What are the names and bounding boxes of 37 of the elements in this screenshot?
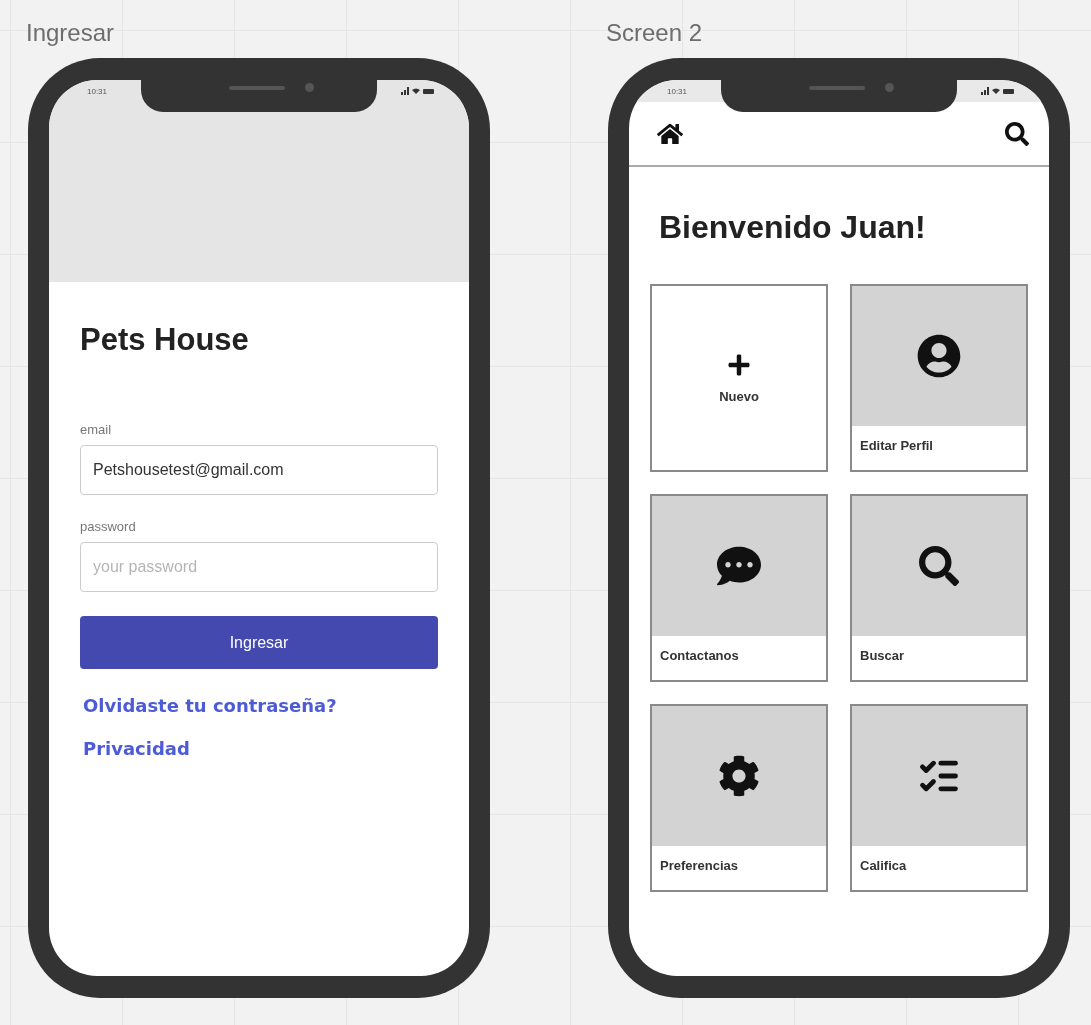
tile-label: Nuevo xyxy=(719,388,759,404)
field-label: password xyxy=(80,519,137,534)
welcome-heading: Bienvenido Juan! xyxy=(658,208,927,247)
app-title: Pets House xyxy=(80,322,250,358)
status-icons xyxy=(401,87,435,95)
status-time: 10:31 xyxy=(667,86,688,96)
menu-tile[interactable]: Califica xyxy=(850,704,1028,892)
text-link[interactable]: Olvidaste tu contraseña? xyxy=(80,695,337,716)
search-icon xyxy=(919,546,959,586)
menu-tile[interactable]: Nuevo xyxy=(650,284,828,472)
speaker-grille xyxy=(809,86,865,90)
field-label: email xyxy=(80,422,113,437)
camera-dot xyxy=(885,83,894,92)
menu-tile[interactable]: Contactanos xyxy=(650,494,828,682)
camera-dot xyxy=(305,83,314,92)
menu-tile[interactable]: Preferencias xyxy=(650,704,828,892)
speaker-grille xyxy=(229,86,285,90)
frame-title: Ingresar xyxy=(26,18,116,48)
tile-label: Preferencias xyxy=(659,857,740,873)
text-link[interactable]: Privacidad xyxy=(80,738,190,759)
login-button[interactable]: Ingresar xyxy=(80,616,438,669)
menu-tile[interactable]: Buscar xyxy=(850,494,1028,682)
input-field[interactable]: your password xyxy=(80,542,438,592)
user-icon xyxy=(917,334,961,378)
menu-tile[interactable]: Editar Perfil xyxy=(850,284,1028,472)
settings-icon xyxy=(718,755,760,797)
frame-title: Screen 2 xyxy=(606,18,704,48)
plus-icon xyxy=(727,352,751,377)
tile-label: Editar Perfil xyxy=(859,437,934,453)
search-icon[interactable] xyxy=(1005,121,1029,146)
status-icons xyxy=(981,87,1015,95)
chat-icon xyxy=(717,544,761,588)
tile-label: Contactanos xyxy=(659,647,740,663)
tile-label: Califica xyxy=(859,857,908,873)
status-time: 10:31 xyxy=(87,86,108,96)
tile-label: Buscar xyxy=(859,647,906,663)
input-field[interactable]: Petshousetest@gmail.com xyxy=(80,445,438,495)
